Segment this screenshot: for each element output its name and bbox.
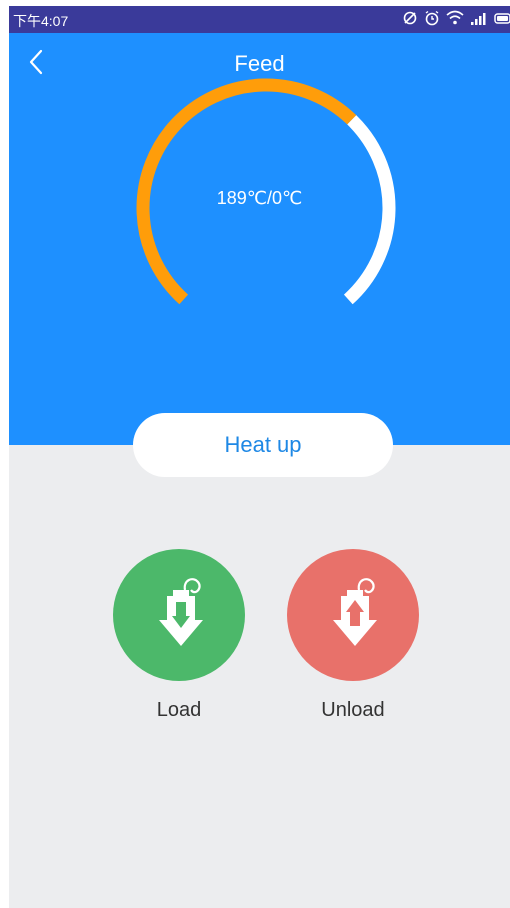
load-circle	[113, 549, 245, 681]
load-filament-icon	[143, 574, 215, 657]
gauge-track	[343, 115, 396, 305]
unload-filament-icon	[317, 574, 389, 657]
unload-circle	[287, 549, 419, 681]
temperature-gauge	[136, 78, 396, 305]
load-button[interactable]: Load	[113, 549, 245, 722]
load-label: Load	[156, 699, 202, 721]
feed-screen: 下午4:07 Feed 189℃/0℃ Heat up Load Unload	[9, 6, 510, 908]
unload-label: Unload	[321, 699, 385, 721]
heat-up-button[interactable]: Heat up	[133, 413, 393, 477]
unload-button[interactable]: Unload	[287, 549, 419, 722]
temperature-readout: 189℃/0℃	[216, 188, 303, 208]
